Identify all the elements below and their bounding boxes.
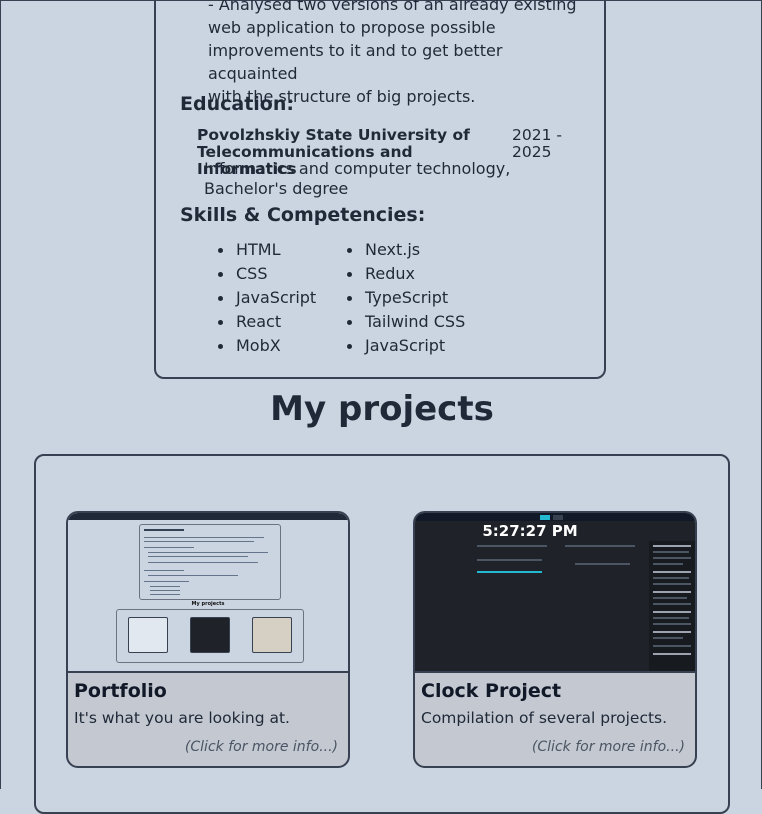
project-title: Clock Project	[421, 680, 562, 702]
clock-thumbnail: 5:27:27 PM	[415, 513, 695, 673]
project-title: Portfolio	[74, 680, 167, 702]
skills-heading: Skills & Competencies:	[180, 204, 426, 226]
portfolio-thumbnail: My projects	[68, 513, 348, 673]
skill-item: HTML	[218, 240, 316, 264]
skill-item: Tailwind CSS	[347, 312, 465, 336]
thumb-resume	[139, 524, 281, 600]
skill-item: Redux	[347, 264, 465, 288]
projects-heading: My projects	[270, 389, 494, 429]
education-years: 2021 - 2025	[512, 126, 562, 161]
skills-list-2: Next.js Redux TypeScript Tailwind CSS Ja…	[347, 240, 465, 360]
skill-item: TypeScript	[347, 288, 465, 312]
experience-line: - Analysed two versions of an already ex…	[208, 0, 577, 14]
skill-item: JavaScript	[347, 336, 465, 360]
project-card-clock[interactable]: 5:27:27 PM Clock Project Compilation of	[413, 511, 697, 768]
thumb-nav-button	[540, 515, 550, 520]
thumb-side-panel	[649, 541, 695, 671]
experience-line: improvements to it and to get better acq…	[208, 41, 503, 83]
thumb-nav-button	[553, 515, 563, 520]
education-heading: Education:	[180, 93, 294, 115]
project-description: It's what you are looking at.	[74, 709, 290, 727]
skill-item: React	[218, 312, 316, 336]
skill-item: Next.js	[347, 240, 465, 264]
experience-line: web application to propose possible	[208, 18, 496, 37]
skills-list-1: HTML CSS JavaScript React MobX	[218, 240, 316, 360]
thumb-card	[190, 617, 230, 653]
thumb-card	[252, 617, 292, 653]
project-card-portfolio[interactable]: My projects Portfolio It's what you are …	[66, 511, 350, 768]
thumb-navbar	[68, 513, 348, 520]
skill-item: CSS	[218, 264, 316, 288]
education-degree: Informatics and computer technology, Bac…	[204, 159, 511, 198]
skill-item: MobX	[218, 336, 316, 360]
more-info-link[interactable]: (Click for more info...)	[532, 739, 685, 755]
thumb-clock: 5:27:27 PM	[482, 522, 578, 540]
thumb-projects-title: My projects	[191, 601, 225, 607]
thumb-card	[128, 617, 168, 653]
experience-description: - Analysed two versions of an already ex…	[208, 0, 588, 108]
more-info-link[interactable]: (Click for more info...)	[185, 739, 338, 755]
project-description: Compilation of several projects.	[421, 709, 668, 727]
skill-item: JavaScript	[218, 288, 316, 312]
